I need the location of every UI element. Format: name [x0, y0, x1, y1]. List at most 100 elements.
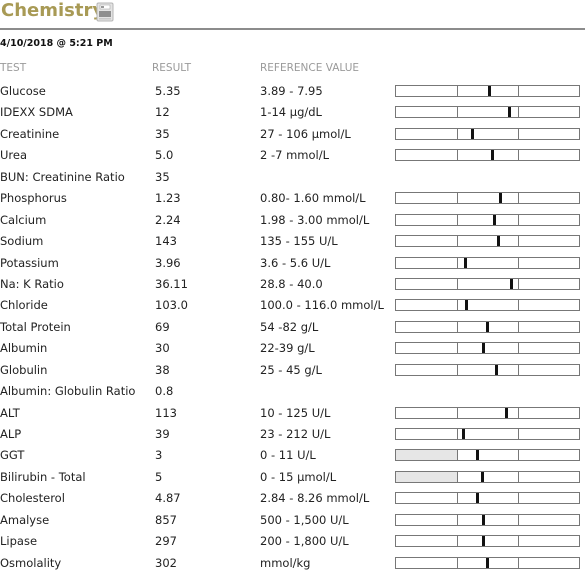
range-segment-low — [396, 471, 458, 482]
reference-range-bar — [395, 213, 580, 226]
table-row: Albumin: Globulin Ratio 0.8 — [0, 381, 585, 402]
reference-value: 27 - 106 µmol/L — [260, 126, 351, 141]
reference-value: 23 - 212 U/L — [260, 427, 331, 441]
result-marker — [482, 536, 486, 547]
range-segment-normal — [458, 407, 519, 418]
table-row: Phosphorus 1.23 0.80- 1.60 mmol/L — [0, 188, 585, 209]
test-result: 857 — [155, 512, 177, 527]
test-name: ALP — [0, 427, 22, 441]
test-result: 38 — [155, 362, 170, 377]
reference-range-bar — [395, 535, 580, 548]
test-result: 143 — [155, 234, 177, 249]
result-marker — [471, 128, 475, 139]
range-segment-low — [396, 536, 458, 547]
range-segment-high — [519, 215, 579, 225]
range-segment-low — [396, 429, 458, 439]
reference-value: 10 - 125 U/L — [260, 405, 331, 420]
reference-range-bar — [395, 149, 580, 162]
test-result: 0.8 — [155, 384, 174, 399]
result-marker — [485, 321, 489, 332]
range-segment-low — [396, 321, 458, 332]
result-marker — [476, 450, 480, 461]
result-marker — [481, 471, 484, 482]
range-segment-normal — [458, 364, 519, 375]
test-name: Lipase — [0, 534, 38, 549]
range-segment-high — [519, 258, 579, 268]
result-marker — [492, 214, 496, 225]
reference-range-bar — [395, 513, 580, 526]
range-segment-high — [519, 300, 579, 310]
table-row: Cholesterol 4.87 2.84 - 8.26 mmol/L — [0, 488, 585, 509]
section-header: Chemistry — [0, 0, 585, 30]
range-segment-high — [519, 150, 579, 160]
range-segment-low — [396, 86, 458, 96]
table-row: Creatinine 35 27 - 106 µmol/L — [0, 124, 585, 145]
range-segment-high — [519, 193, 579, 203]
range-segment-normal — [458, 343, 519, 354]
range-segment-high — [519, 472, 579, 482]
result-marker — [465, 300, 469, 311]
reference-value: mmol/kg — [260, 555, 311, 570]
test-name: Globulin — [0, 362, 48, 377]
reference-range-bar — [395, 449, 580, 462]
range-segment-normal — [458, 150, 519, 161]
test-name: Phosphorus — [0, 191, 67, 206]
result-marker — [464, 257, 468, 268]
reference-value: 500 - 1,500 U/L — [260, 512, 349, 527]
result-marker — [494, 364, 498, 375]
reference-range-bar — [395, 406, 580, 419]
result-marker — [487, 86, 491, 96]
test-name: ALT — [0, 405, 20, 420]
table-row: Bilirubin - Total 5 0 - 15 µmol/L — [0, 467, 585, 488]
reference-range-bar — [395, 277, 580, 290]
table-row: Na: K Ratio 36.11 28.8 - 40.0 — [0, 274, 585, 295]
test-name: Osmolality — [0, 555, 62, 570]
test-result: 297 — [155, 534, 177, 549]
column-header-result: RESULT — [152, 62, 192, 74]
table-row: Sodium 143 135 - 155 U/L — [0, 231, 585, 252]
test-result: 3 — [155, 448, 163, 463]
table-row: Lipase 297 200 - 1,800 U/L — [0, 531, 585, 552]
result-marker — [462, 429, 466, 439]
range-segment-high — [519, 322, 579, 332]
range-segment-high — [519, 279, 579, 289]
table-row: Globulin 38 25 - 45 g/L — [0, 360, 585, 381]
reference-range-bar — [395, 85, 580, 97]
column-header-reference: REFERENCE VALUE — [260, 62, 360, 74]
reference-value: 0.80- 1.60 mmol/L — [260, 191, 366, 206]
test-result: 5.35 — [155, 84, 181, 98]
range-segment-normal — [458, 429, 519, 439]
result-marker — [482, 343, 486, 354]
test-name: GGT — [0, 448, 25, 463]
table-row: ALP 39 23 - 212 U/L — [0, 424, 585, 445]
table-row: IDEXX SDMA 12 1-14 µg/dL — [0, 102, 585, 123]
reference-range-bar — [395, 320, 580, 333]
range-segment-low — [396, 407, 458, 418]
reference-value: 2.84 - 8.26 mmol/L — [260, 491, 370, 506]
result-marker — [482, 514, 486, 525]
result-marker — [476, 493, 480, 504]
table-row: GGT 3 0 - 11 U/L — [0, 445, 585, 466]
section-title: Chemistry — [1, 0, 105, 21]
reference-range-bar — [395, 235, 580, 248]
table-row: Urea 5.0 2 -7 mmol/L — [0, 145, 585, 166]
reference-range-bar — [395, 556, 580, 569]
reference-value: 3.89 - 7.95 — [260, 84, 323, 98]
test-result: 113 — [155, 405, 177, 420]
result-marker — [490, 150, 494, 161]
reference-value: 1-14 µg/dL — [260, 105, 322, 120]
test-name: BUN: Creatinine Ratio — [0, 169, 125, 184]
range-segment-low — [396, 214, 458, 225]
range-segment-normal — [458, 514, 519, 525]
table-row: Amalyse 857 500 - 1,500 U/L — [0, 510, 585, 531]
result-marker — [498, 193, 502, 204]
range-segment-low — [396, 278, 458, 289]
table-row: Calcium 2.24 1.98 - 3.00 mmol/L — [0, 210, 585, 231]
reference-value: 25 - 45 g/L — [260, 362, 322, 377]
range-segment-low — [396, 450, 458, 461]
range-segment-normal — [458, 450, 519, 461]
test-result: 4.87 — [155, 491, 181, 506]
range-segment-normal — [458, 493, 519, 504]
range-segment-high — [519, 236, 579, 246]
reference-range-bar — [395, 363, 580, 376]
